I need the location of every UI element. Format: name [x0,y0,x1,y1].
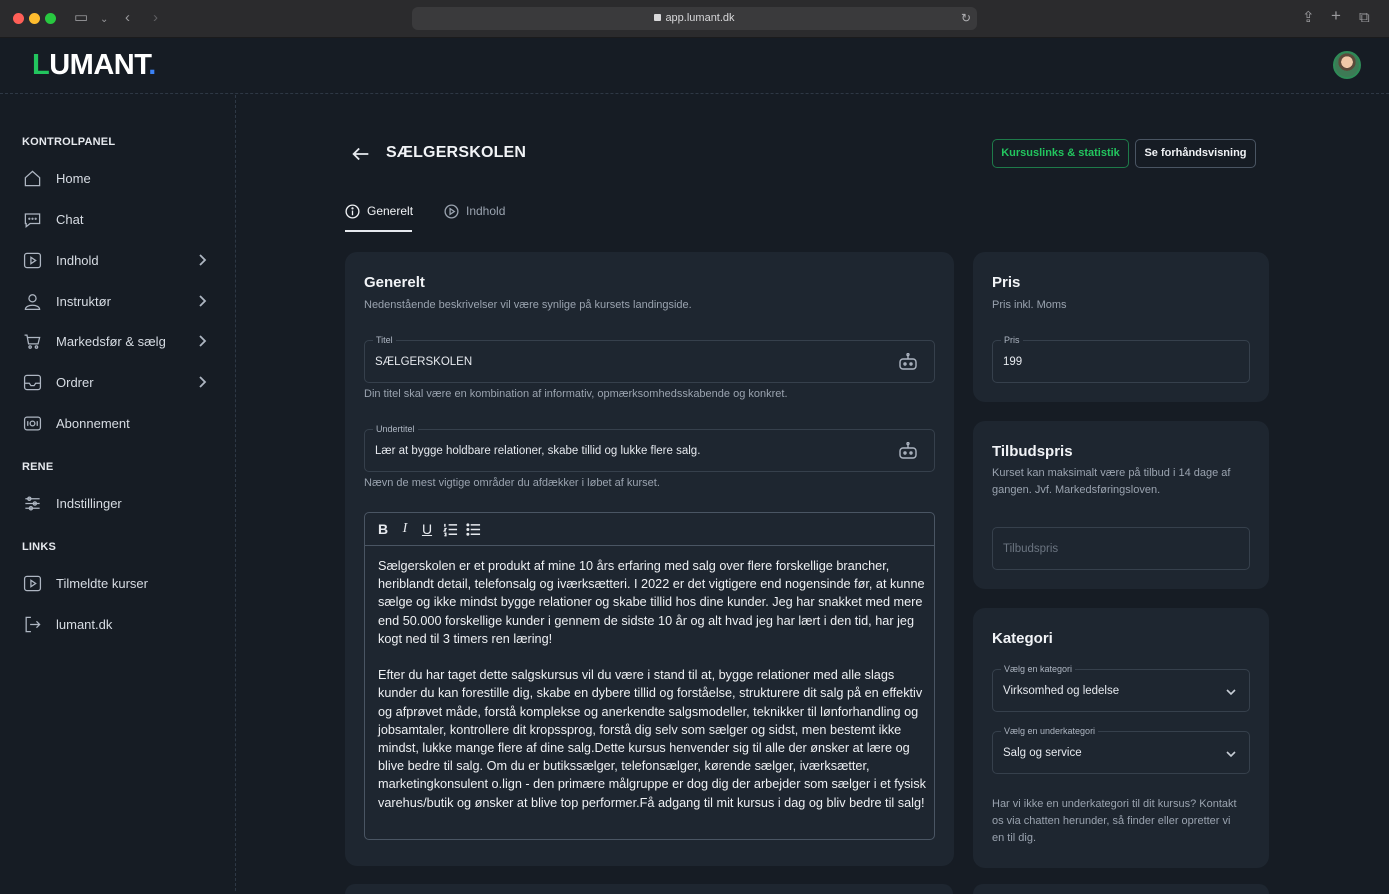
next-card-peek [973,884,1269,894]
subtitle-field[interactable]: Undertitel Lær at bygge holdbare relatio… [364,423,935,472]
lock-icon [654,14,662,21]
title-field[interactable]: Titel SÆLGERSKOLEN [364,334,935,383]
price-card-title: Pris [992,274,1021,291]
title-hint: Din titel skal være en kombination af in… [364,388,788,400]
next-card-peek [345,884,953,894]
sidebar-item-instruktor[interactable]: Instruktør [22,288,218,314]
sidebar-item-chat[interactable]: Chat [22,206,218,232]
reload-icon[interactable]: ↻ [961,7,971,30]
address-bar[interactable]: app.lumant.dk ↻ [412,7,977,30]
category-note: Har vi ikke en underkategori til dit kur… [992,798,1237,844]
user-icon [22,291,42,311]
lumant-logo[interactable]: LUMANT. [32,49,156,82]
play-icon [22,250,42,270]
category-card-title: Kategori [992,630,1053,647]
play-circle-icon [444,204,459,219]
play-icon [22,573,42,593]
editor-paragraph: Sælgerskolen er et produkt af mine 10 år… [378,559,925,646]
browser-chrome: ▭ ⌄ ‹ › app.lumant.dk ↻ ⇪ + ⧉ [0,0,1389,38]
card-icon [22,413,42,433]
forward-nav-icon[interactable]: › [153,9,158,27]
course-links-stats-button[interactable]: Kursuslinks & statistik [992,139,1129,168]
tab-generelt[interactable]: Generelt [345,204,413,232]
url-text: app.lumant.dk [665,12,735,24]
preview-button[interactable]: Se forhåndsvisning [1135,139,1256,168]
price-field[interactable]: Pris 199 [992,334,1250,383]
editor-paragraph: Efter du har taget dette salgskursus vil… [378,668,926,810]
description-editor[interactable]: B I U Sælgerskolen er et produkt af mine… [364,512,935,840]
subtitle-hint: Nævn de mest vigtige områder du afdækker… [364,477,660,489]
underline-icon[interactable]: U [418,520,436,538]
avatar[interactable] [1333,51,1361,79]
home-icon [22,168,42,188]
minimize-window-button[interactable] [29,13,40,24]
share-icon[interactable]: ⇪ [1302,9,1315,27]
general-card-title: Generelt [364,274,425,291]
section-rene: RENE [22,461,54,473]
tab-indhold[interactable]: Indhold [444,204,505,232]
sliders-icon [22,493,42,513]
sidebar-item-home[interactable]: Home [22,165,218,191]
editor-content[interactable]: Sælgerskolen er et produkt af mine 10 år… [378,557,926,830]
bold-icon[interactable]: B [374,520,392,538]
robot-ai-icon[interactable] [898,441,918,460]
sidebar-item-indhold[interactable]: Indhold [22,247,218,273]
sidebar-item-indstillinger[interactable]: Indstillinger [22,490,218,516]
price-card-subtitle: Pris inkl. Moms [992,299,1067,311]
new-tab-icon[interactable]: + [1331,7,1341,25]
sidebar: KONTROLPANEL Home Chat Indhold Instruktø… [0,95,236,891]
cart-icon [22,331,42,351]
chevron-down-icon[interactable]: ⌄ [100,11,108,29]
chevron-right-icon [194,252,210,268]
info-icon [345,204,360,219]
chevron-down-icon [1225,685,1237,697]
sidebar-item-ordrer[interactable]: Ordrer [22,369,218,395]
inbox-icon [22,372,42,392]
sidebar-item-abonnement[interactable]: Abonnement [22,410,218,436]
external-link-icon [22,614,42,634]
ordered-list-icon[interactable] [441,520,459,538]
offer-card-subtitle: Kurset kan maksimalt være på tilbud i 14… [992,467,1231,496]
sidebar-item-markedsfor[interactable]: Markedsfør & sælg [22,328,218,354]
offer-price-input[interactable]: Tilbudspris [992,527,1250,570]
back-nav-icon[interactable]: ‹ [125,9,130,27]
section-kontrolpanel: KONTROLPANEL [22,136,116,148]
sidebar-toggle-icon[interactable]: ▭ [74,9,88,27]
app-header: LUMANT. [0,38,1389,94]
robot-ai-icon[interactable] [898,352,918,371]
subcategory-select[interactable]: Vælg en underkategori Salg og service [992,725,1250,774]
section-links: LINKS [22,541,56,553]
offer-card-title: Tilbudspris [992,443,1073,460]
general-card-subtitle: Nedenstående beskrivelser vil være synli… [364,299,692,311]
close-window-button[interactable] [13,13,24,24]
back-arrow-icon[interactable] [350,143,374,165]
chevron-right-icon [194,333,210,349]
bullet-list-icon[interactable] [464,520,482,538]
chevron-right-icon [194,293,210,309]
tab-overview-icon[interactable]: ⧉ [1359,9,1370,27]
editor-toolbar: B I U [365,513,934,546]
maximize-window-button[interactable] [45,13,56,24]
page-title: SÆLGERSKOLEN [386,144,527,161]
category-select[interactable]: Vælg en kategori Virksomhed og ledelse [992,663,1250,712]
chevron-down-icon [1225,747,1237,759]
chevron-right-icon [194,374,210,390]
sidebar-item-lumant-dk[interactable]: lumant.dk [22,611,218,637]
italic-icon[interactable]: I [396,520,414,538]
sidebar-item-tilmeldte-kurser[interactable]: Tilmeldte kurser [22,570,218,596]
chat-icon [22,209,42,229]
